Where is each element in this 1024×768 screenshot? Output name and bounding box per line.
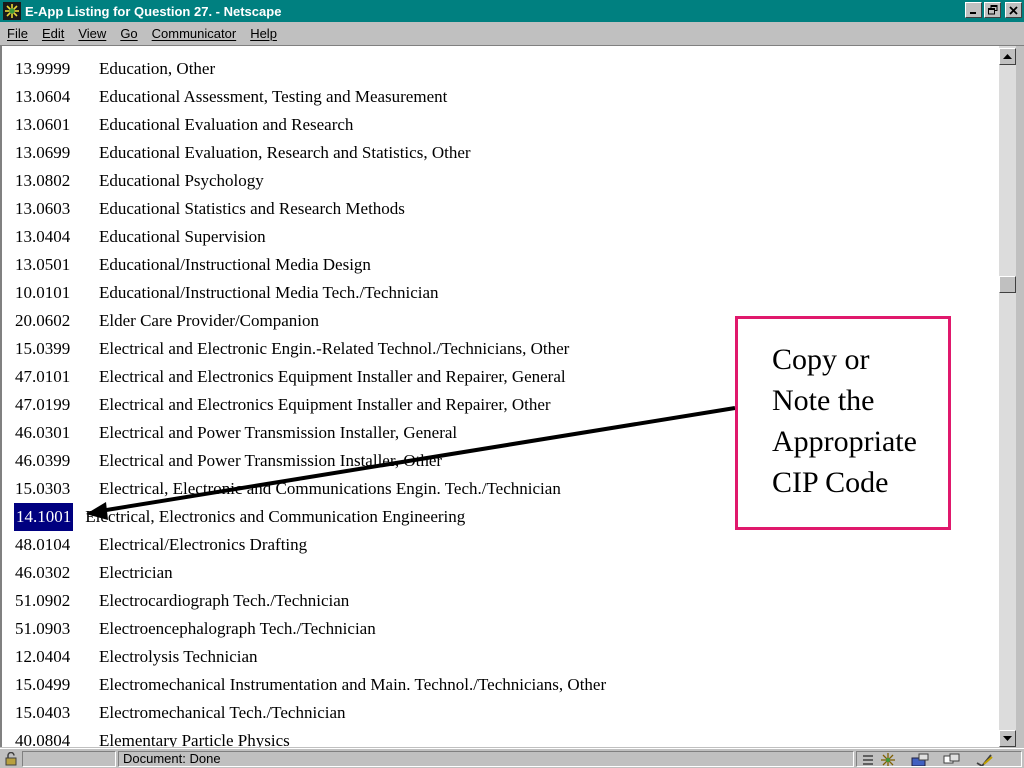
menu-go[interactable]: Go bbox=[113, 26, 144, 41]
restore-button[interactable] bbox=[984, 2, 1001, 18]
security-lock-icon[interactable] bbox=[2, 751, 20, 767]
vertical-scrollbar[interactable] bbox=[999, 46, 1016, 747]
component-bar-icon[interactable] bbox=[859, 752, 877, 766]
progress-cell bbox=[22, 751, 116, 767]
menu-help[interactable]: Help bbox=[243, 26, 284, 41]
scroll-up-button[interactable] bbox=[999, 48, 1016, 65]
minimize-icon bbox=[970, 11, 976, 14]
title-bar: E-App Listing for Question 27. - Netscap… bbox=[0, 0, 1024, 22]
close-button[interactable] bbox=[1005, 2, 1022, 18]
close-icon bbox=[1009, 5, 1018, 15]
navigator-icon[interactable] bbox=[879, 752, 897, 766]
scrollbar-thumb[interactable] bbox=[999, 276, 1016, 293]
callout-line: CIP Code bbox=[772, 466, 889, 499]
component-bar bbox=[856, 751, 1022, 767]
minimize-button[interactable] bbox=[965, 2, 982, 18]
status-text: Document: Done bbox=[118, 751, 854, 767]
window-title: E-App Listing for Question 27. - Netscap… bbox=[25, 3, 282, 19]
discussion-icon[interactable] bbox=[943, 752, 961, 766]
mail-icon[interactable] bbox=[911, 752, 929, 766]
restore-icon bbox=[987, 5, 997, 15]
composer-icon[interactable] bbox=[975, 752, 993, 766]
menu-view[interactable]: View bbox=[71, 26, 113, 41]
status-bar: Document: Done bbox=[0, 748, 1024, 768]
menu-file[interactable]: File bbox=[0, 26, 35, 41]
page-content: 13.9999 Education, Other 13.0604 Educationa… bbox=[0, 46, 999, 747]
window-frame-edge bbox=[1016, 46, 1024, 768]
menu-edit[interactable]: Edit bbox=[35, 26, 71, 41]
scroll-down-button[interactable] bbox=[999, 730, 1016, 747]
callout-line: Note the bbox=[772, 384, 875, 417]
callout-line: Appropriate bbox=[772, 425, 917, 458]
arrow-down-icon bbox=[1003, 735, 1012, 741]
menu-bar: File Edit View Go Communicator Help bbox=[0, 22, 1024, 46]
annotation-callout: Copy or Note the Appropriate CIP Code bbox=[735, 316, 951, 530]
menu-communicator[interactable]: Communicator bbox=[145, 26, 244, 41]
callout-line: Copy or bbox=[772, 343, 870, 376]
arrow-up-icon bbox=[1003, 53, 1012, 59]
callout-text: Copy or Note the Appropriate CIP Code bbox=[772, 339, 948, 503]
netscape-logo-icon[interactable] bbox=[3, 2, 21, 20]
